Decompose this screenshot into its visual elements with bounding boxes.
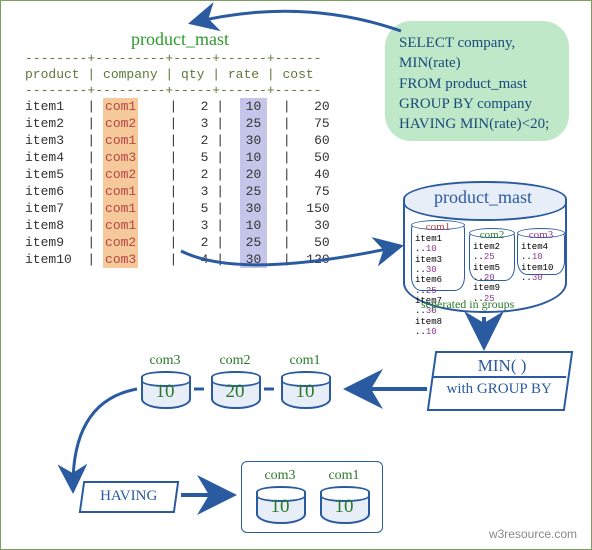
table-row: item10 | com3 | 4 | 30 | 120 — [25, 251, 330, 268]
table-row: item7 | com1 | 5 | 30 | 150 — [25, 200, 330, 217]
sql-line: FROM product_mast — [399, 74, 555, 94]
group-com1: com1 item1 ..10item3 ..30item6 ..25item7… — [411, 223, 465, 291]
final-com3: com3 10 — [256, 486, 304, 522]
group-com3: com3 item4 ..10item10 ..30 — [517, 231, 565, 275]
sql-line: HAVING MIN(rate)<20; — [399, 114, 555, 134]
cylinder-title: product_mast — [403, 187, 563, 208]
sql-query-box: SELECT company, MIN(rate) FROM product_m… — [385, 21, 569, 141]
final-result-box: com3 10 com1 10 — [241, 461, 383, 533]
table-row: item6 | com1 | 3 | 25 | 75 — [25, 183, 330, 200]
having-box: HAVING — [79, 481, 179, 513]
sql-line: GROUP BY company — [399, 94, 555, 114]
credit-text: w3resource.com — [489, 527, 577, 541]
table-row: item8 | com1 | 3 | 10 | 30 — [25, 217, 330, 234]
table-row: item5 | com2 | 2 | 20 | 40 — [25, 166, 330, 183]
min-result-com2: com2 20 — [211, 371, 259, 407]
table-row: item3 | com1 | 2 | 30 | 60 — [25, 132, 330, 149]
table-header: product | company | qty | rate | cost — [25, 66, 330, 83]
table-row: item2 | com2 | 3 | 25 | 75 — [25, 115, 330, 132]
group-com2: com2 item2 ..25item5 ..20item9 ..25 — [469, 231, 515, 281]
grouped-cylinder: product_mast com1 item1 ..10item3 ..30it… — [403, 181, 565, 311]
sql-line: SELECT company, — [399, 33, 555, 53]
table-row: item1 | com1 | 2 | 10 | 20 — [25, 98, 330, 115]
min-result-com3: com3 10 — [141, 371, 189, 407]
table-title: product_mast — [131, 29, 229, 50]
final-com1: com1 10 — [320, 486, 368, 522]
table-rule: --------+---------+-----+------+------ — [25, 51, 330, 66]
sql-line: MIN(rate) — [399, 53, 555, 73]
separated-label: seperated in groups — [421, 297, 514, 312]
min-function-box: MIN( ) with GROUP BY — [427, 351, 573, 411]
min-result-com1: com1 10 — [281, 371, 329, 407]
table-row: item9 | com2 | 2 | 25 | 50 — [25, 234, 330, 251]
data-table: --------+---------+-----+------+------ p… — [25, 51, 330, 268]
table-rule: --------+---------+-----+------+------ — [25, 83, 330, 98]
table-row: item4 | com3 | 5 | 10 | 50 — [25, 149, 330, 166]
